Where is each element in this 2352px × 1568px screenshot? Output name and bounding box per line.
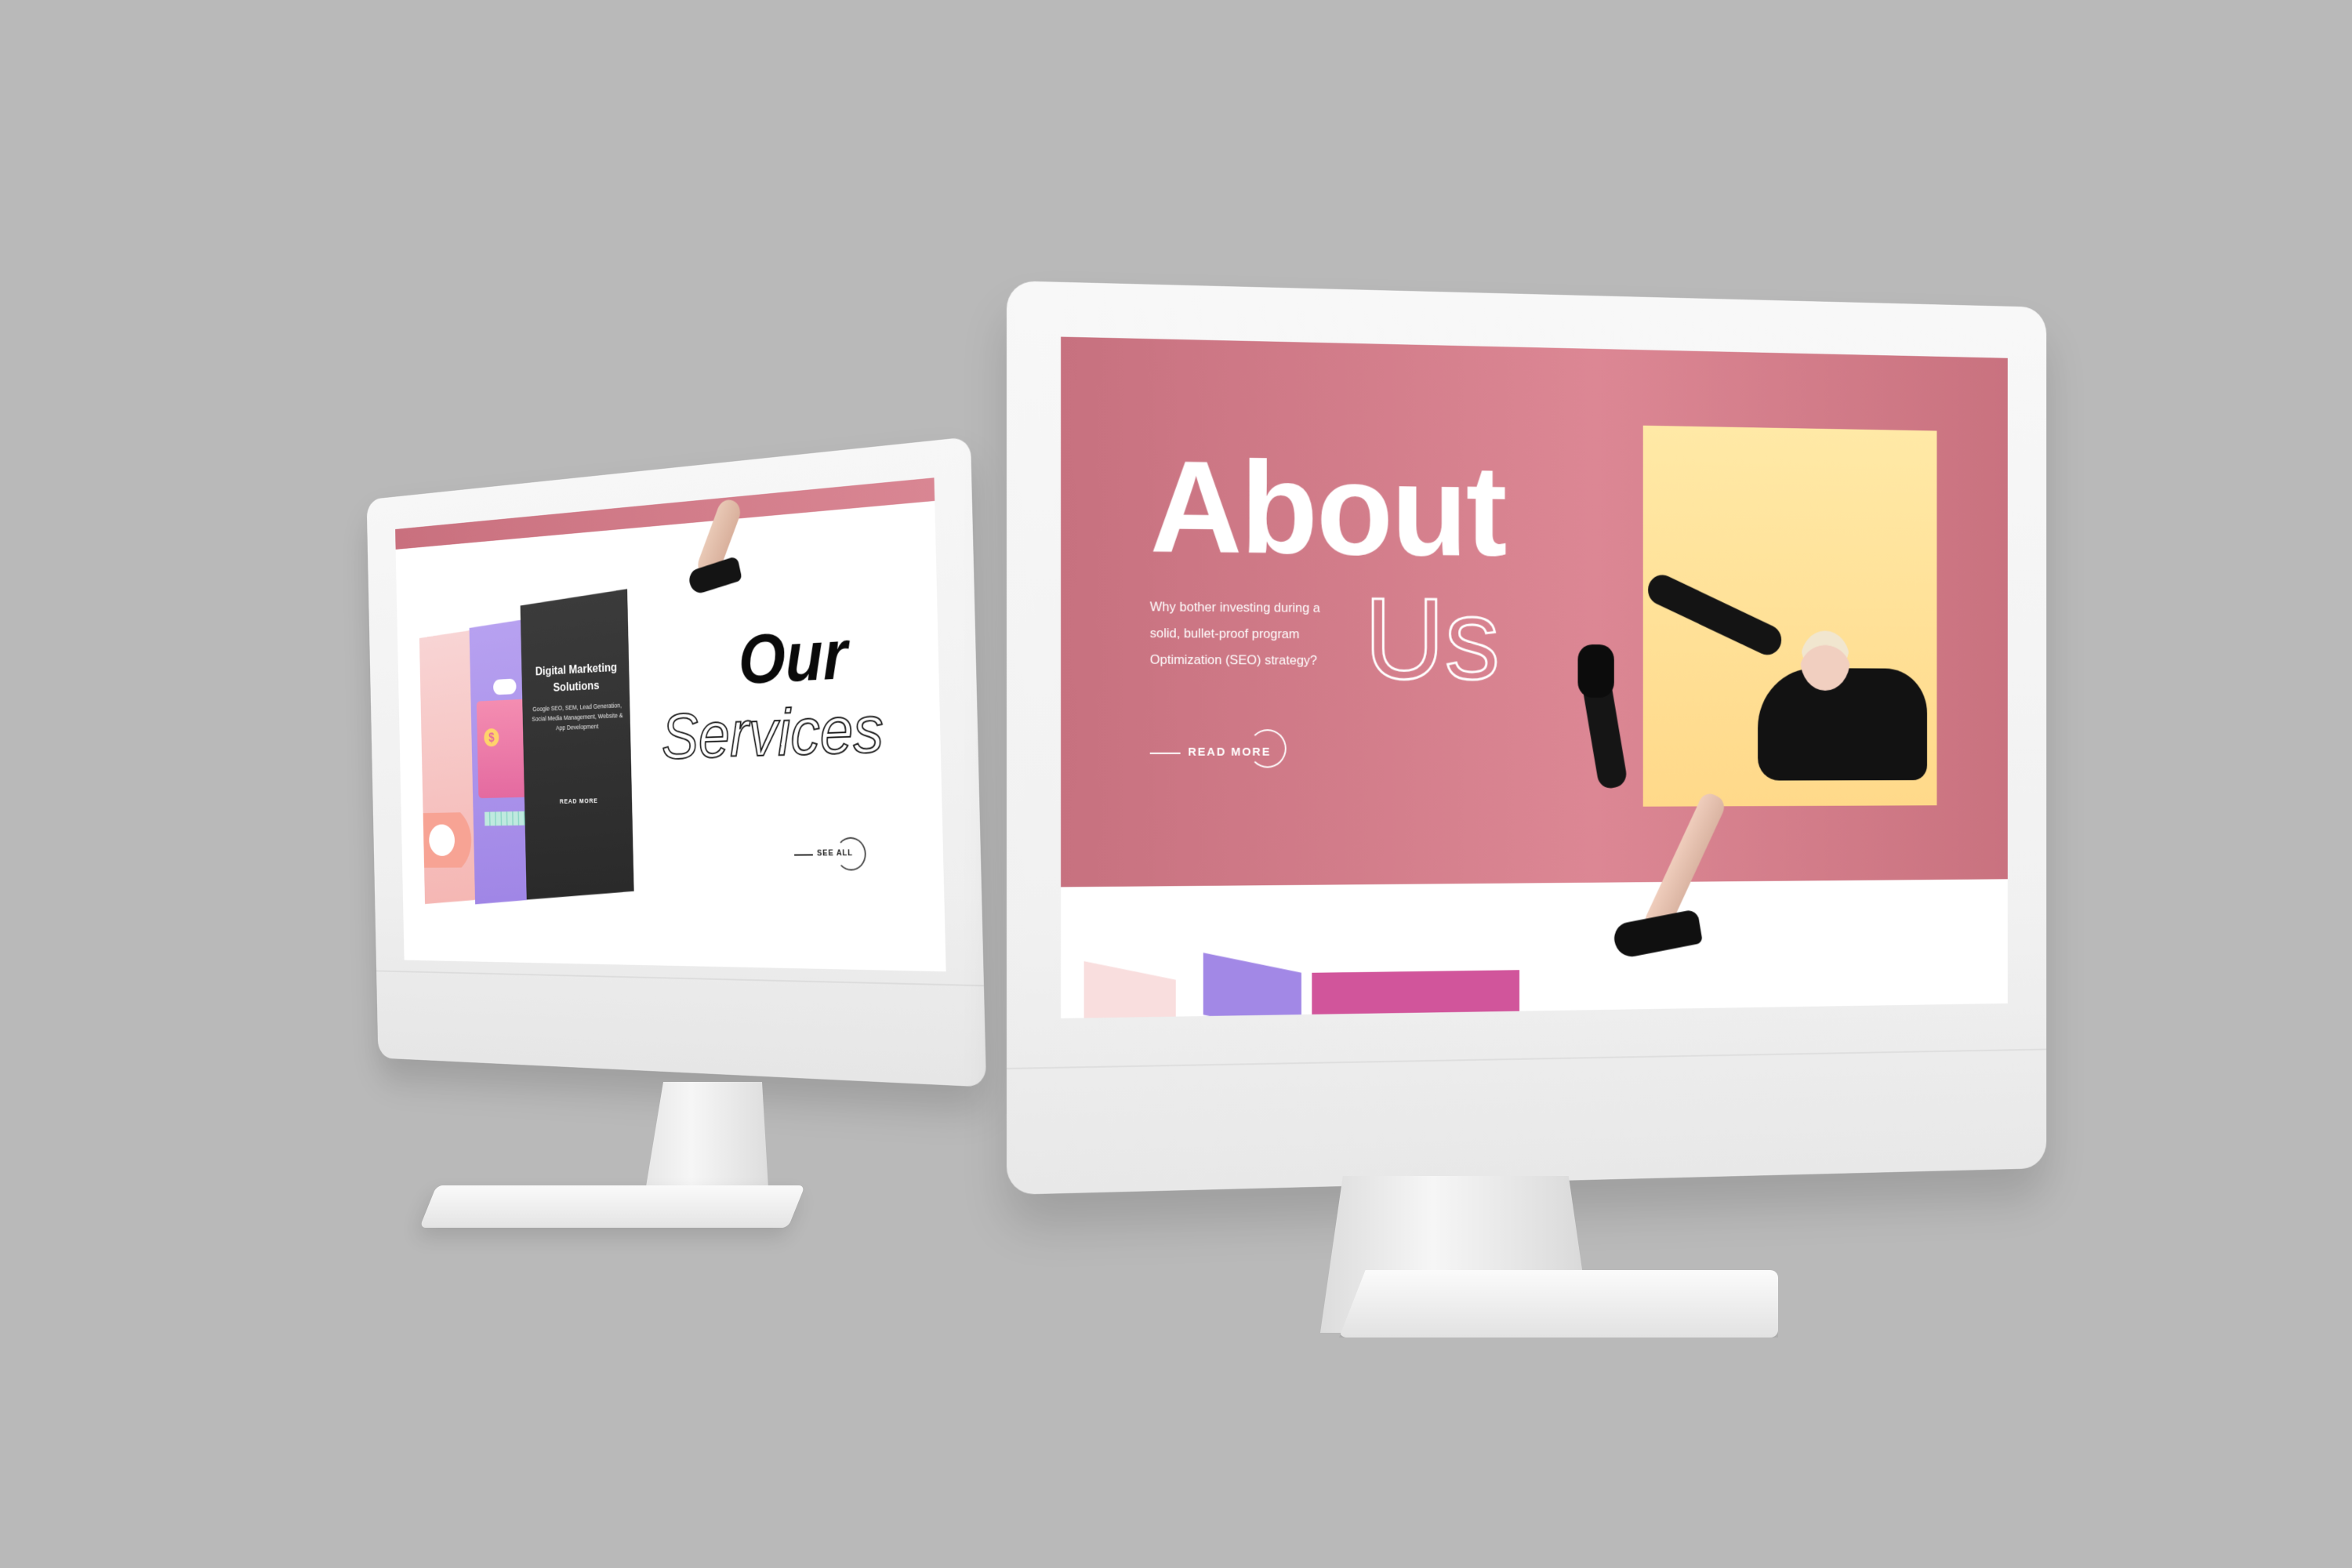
person-head: [1800, 630, 1850, 691]
about-description: Why bother investing during a solid, bul…: [1149, 599, 1320, 668]
right-monitor-base: [1339, 1270, 1778, 1338]
services-heading-line1: Our: [737, 615, 848, 699]
about-heading-line1: About: [1149, 434, 1506, 583]
left-monitor: $ Digital Marketing Solutions Google SEO…: [366, 436, 987, 1087]
left-monitor-base: [419, 1185, 805, 1228]
see-all-line: [794, 854, 813, 856]
bottom-card-magenta: [1312, 970, 1520, 1018]
megaphone-icon: [423, 811, 486, 868]
right-screen: About Us Why bother investing during a s…: [1061, 336, 2008, 1018]
person-shoe-lower: [1611, 909, 1703, 960]
card-subtitle: Google SEO, SEM, Lead Generation, Social…: [532, 701, 623, 732]
bottom-card-pink: [1083, 961, 1176, 1018]
services-heading-line2: Services: [660, 690, 885, 774]
card-title: Digital Marketing Solutions: [535, 660, 618, 695]
about-heading-line2: Us: [1363, 573, 1501, 705]
right-monitor: About Us Why bother investing during a s…: [1007, 281, 2047, 1195]
read-more-line: [1149, 752, 1181, 754]
cloud-icon: [492, 678, 517, 695]
person-shoe-raised: [1577, 644, 1614, 698]
left-screen: $ Digital Marketing Solutions Google SEO…: [395, 477, 946, 972]
see-all-circle-icon[interactable]: [835, 837, 867, 871]
bottom-card-purple: [1203, 953, 1301, 1018]
read-more-circle-icon[interactable]: [1248, 729, 1287, 768]
keyboard-illustration: [485, 811, 532, 826]
person-body: [1758, 667, 1928, 781]
service-card-featured[interactable]: [520, 589, 634, 900]
